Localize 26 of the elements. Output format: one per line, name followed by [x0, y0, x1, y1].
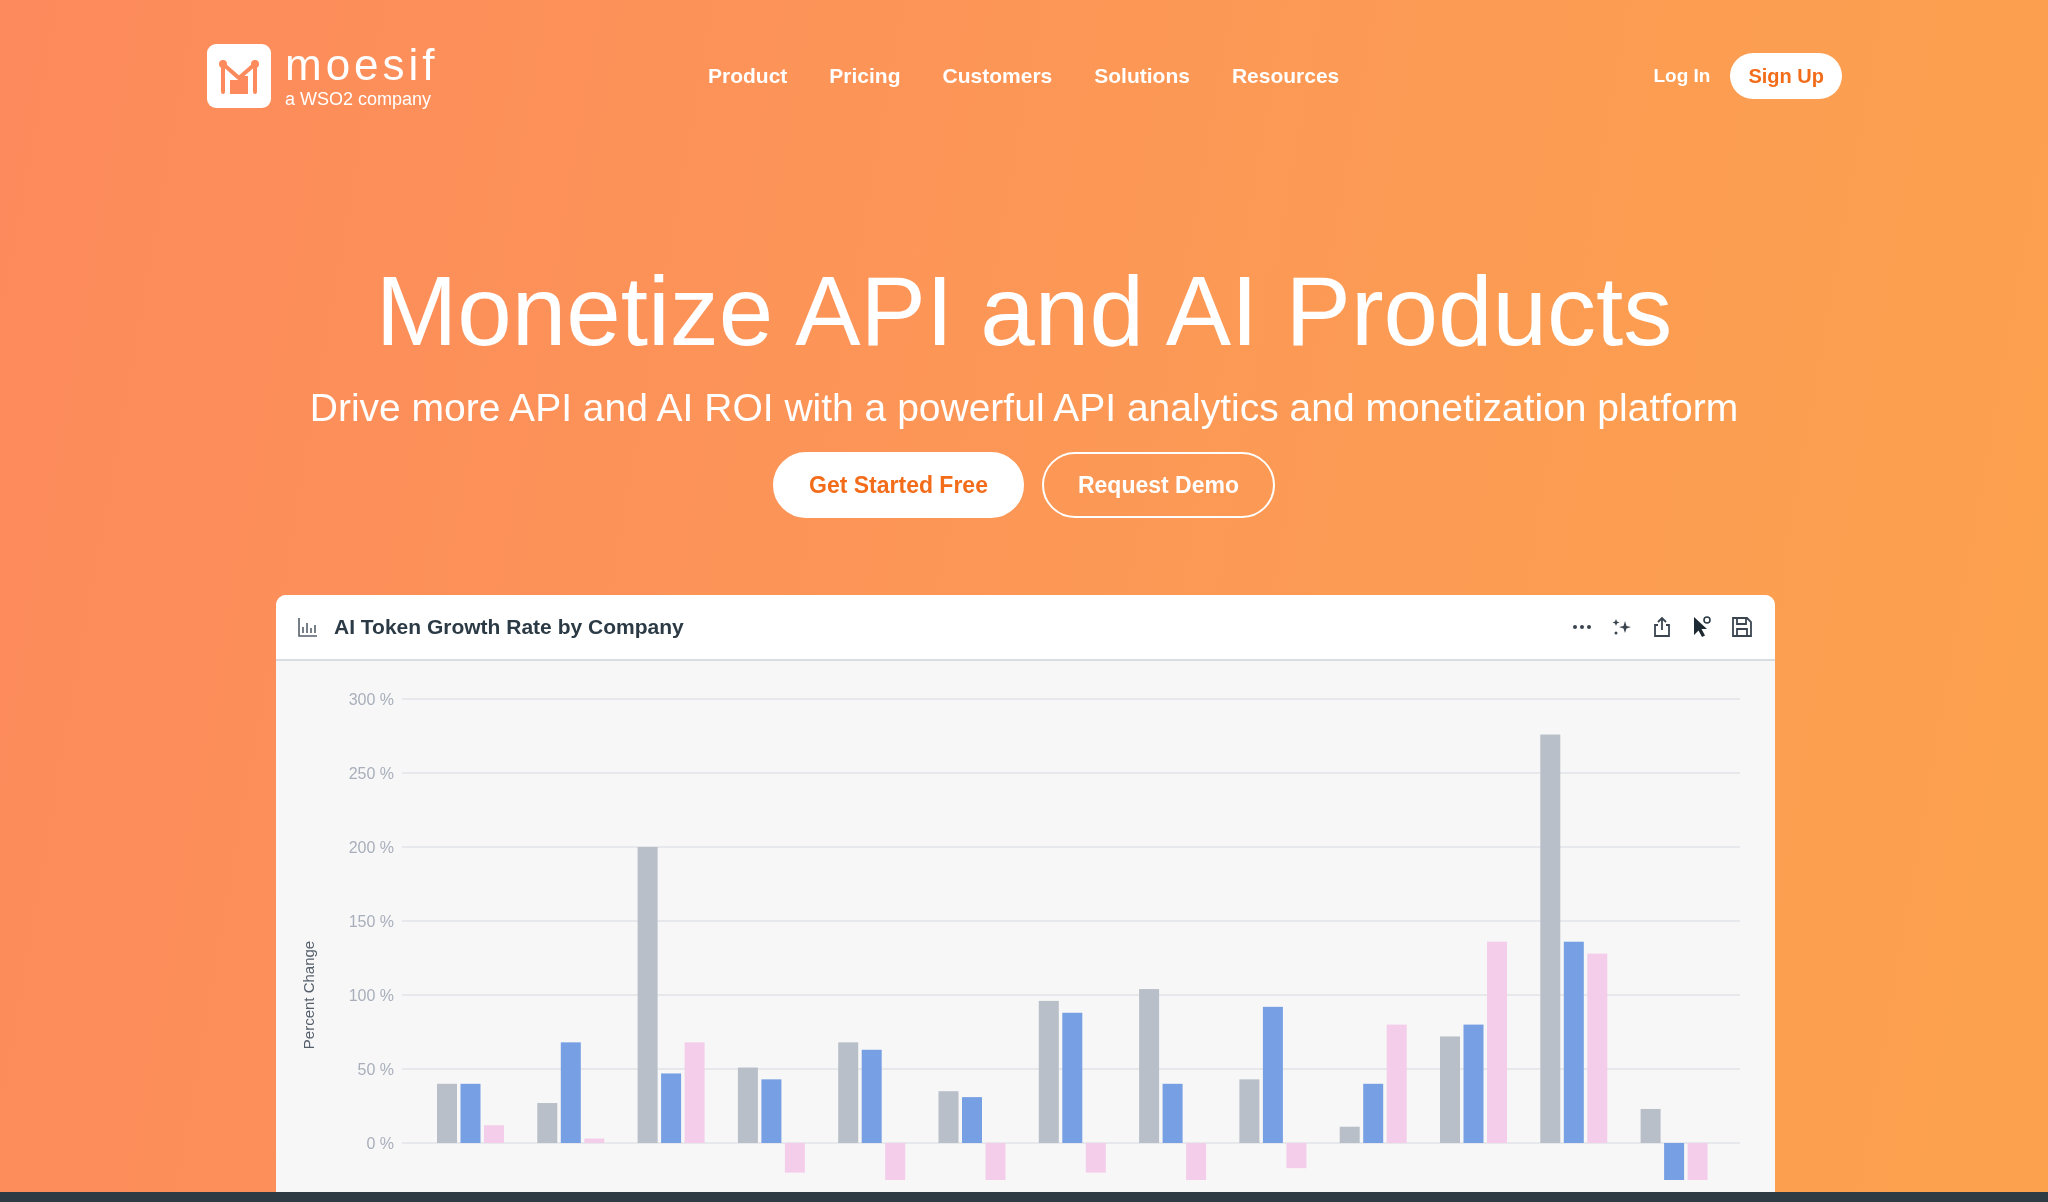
- nav-link[interactable]: Customers: [942, 64, 1053, 88]
- axis-tick-label: 250 %: [348, 765, 394, 782]
- axis-title: Percent Change: [300, 940, 317, 1050]
- share-icon[interactable]: [1651, 616, 1673, 638]
- axis-tick-label: 150 %: [348, 913, 394, 930]
- chart-title: AI Token Growth Rate by Company: [334, 615, 685, 639]
- nav-link[interactable]: Resources: [1231, 64, 1340, 88]
- get-started-button[interactable]: Get Started Free: [773, 452, 1024, 518]
- axis-tick-label: 200 %: [348, 839, 394, 856]
- signup-button[interactable]: Sign Up: [1730, 53, 1842, 99]
- nav-link[interactable]: Solutions: [1094, 64, 1190, 88]
- logo-tagline: a WSO2 company: [285, 89, 433, 109]
- cursor-icon[interactable]: [1691, 616, 1713, 638]
- nav-link[interactable]: Pricing: [829, 64, 901, 88]
- axis-tick-label: 100 %: [348, 987, 394, 1004]
- login-link[interactable]: Log In: [1653, 65, 1711, 87]
- bar-chart-icon: [298, 617, 318, 637]
- save-icon[interactable]: [1731, 616, 1753, 638]
- request-demo-button[interactable]: Request Demo: [1041, 452, 1275, 518]
- hero-subtitle: Drive more API and AI ROI with a powerful API analytics and monetization platform: [309, 385, 1739, 431]
- axis-tick-label: 300 %: [348, 691, 394, 708]
- axis-tick-label: 0 %: [366, 1135, 394, 1152]
- axis-tick-label: 50 %: [357, 1061, 394, 1078]
- nav-link[interactable]: Product: [708, 64, 788, 88]
- hero-title: Monetize API and AI Products: [375, 256, 1673, 366]
- logo-wordmark[interactable]: moesif: [285, 43, 439, 87]
